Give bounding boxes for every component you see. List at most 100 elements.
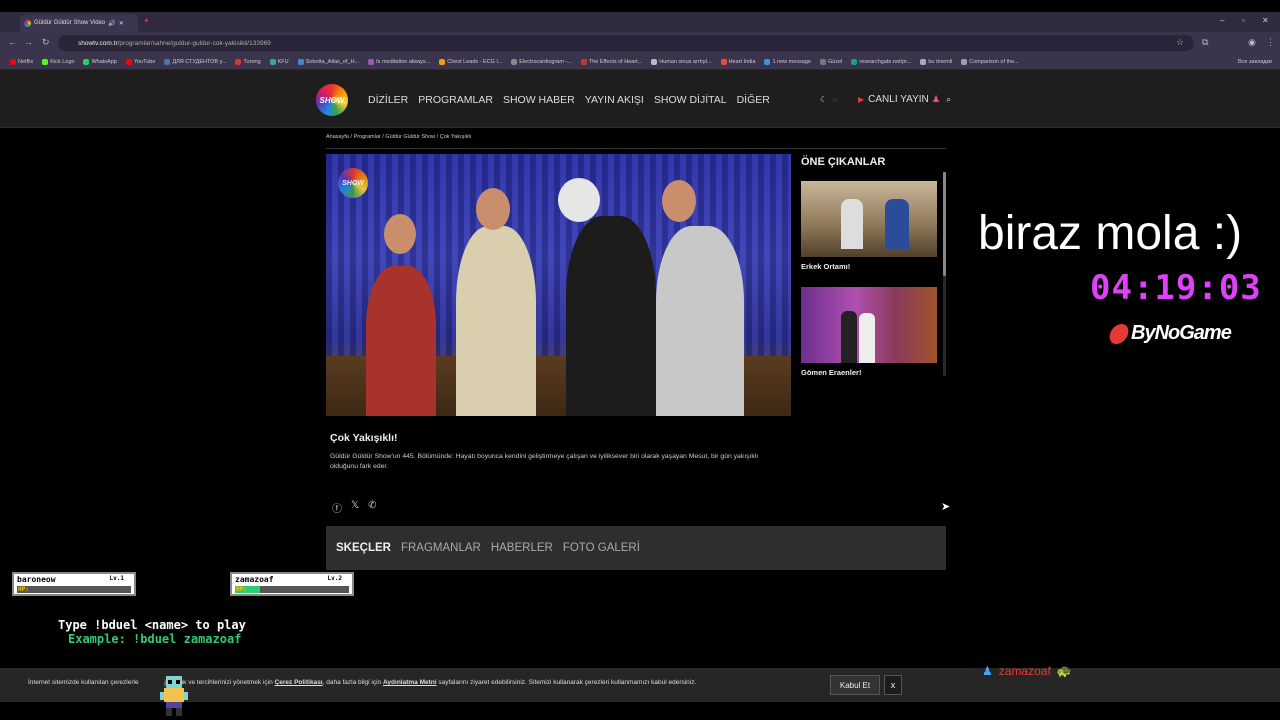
minimize-icon[interactable]: – — [1220, 16, 1224, 25]
moon-icon[interactable]: ☾ — [820, 95, 827, 104]
nav-item[interactable]: SHOW HABER — [503, 94, 575, 106]
search-icon[interactable]: ⌕ — [946, 94, 951, 105]
bookmark-star-icon[interactable]: ☆ — [1176, 37, 1184, 48]
bookmark-item[interactable]: Kick Logo — [42, 58, 74, 65]
chat-emote-icon: 🐢 — [1056, 664, 1072, 678]
facebook-icon[interactable]: ⓕ — [332, 500, 342, 515]
bookmark-label: researchgate.net/pr... — [859, 58, 912, 65]
featured-thumbnail[interactable] — [801, 181, 937, 257]
content-tab[interactable]: FRAGMANLAR — [401, 542, 481, 554]
bookmark-item[interactable]: bu önemli — [920, 58, 953, 65]
bookmark-item[interactable]: Is meditation always... — [368, 58, 431, 65]
bookmark-item[interactable]: Electrocardiogram -... — [511, 58, 572, 65]
x-icon[interactable]: 𝕏 — [351, 500, 359, 515]
bookmark-favicon-icon — [961, 58, 968, 65]
bookmark-label: KFU — [277, 58, 289, 65]
content-tab[interactable]: HABERLER — [491, 542, 553, 554]
site-header: SHOW DİZİLER PROGRAMLAR SHOW HABER YAYIN AK… — [0, 70, 1280, 128]
cookie-policy-link[interactable]: Çerez Politikası — [275, 679, 323, 686]
nav-item[interactable]: SHOW DİJİTAL — [654, 94, 727, 106]
browser-tab[interactable]: Güldür Güldür Show Video 🔊 ✕ — [20, 14, 138, 32]
mouse-cursor-icon: ➤ — [941, 501, 951, 513]
all-bookmarks[interactable]: Все закладки — [1238, 59, 1272, 65]
sidebar-scrollbar-thumb[interactable] — [943, 172, 946, 276]
show-tv-logo[interactable]: SHOW — [316, 84, 348, 116]
whatsapp-icon[interactable]: ✆ — [368, 500, 376, 515]
bookmark-item[interactable]: WhatsApp — [83, 58, 117, 65]
hp-label: HP: — [236, 586, 247, 593]
bookmark-item[interactable]: 1 new message — [764, 58, 811, 65]
bynogame-logo: ByNoGame — [1107, 322, 1232, 345]
address-bar[interactable]: showtv.com.tr/programlar/sahne/guldur-gu… — [58, 35, 1194, 51]
cookie-text: İnternet sitemizde kullanılan çerezlerle… — [28, 679, 696, 686]
profile-icon[interactable]: ◉ — [1248, 37, 1256, 48]
bookmark-label: Heart India — [728, 58, 756, 65]
bookmark-label: WhatsApp — [91, 58, 117, 65]
bookmark-item[interactable]: Human sinus arrhyt... — [651, 58, 712, 65]
bookmark-item[interactable]: Güzel — [820, 58, 842, 65]
bookmark-item[interactable]: Chest Leads - ECG l... — [439, 58, 502, 65]
site-favicon-icon — [24, 19, 31, 27]
bookmark-item[interactable]: Netflix — [10, 58, 34, 65]
accept-cookies-button[interactable]: Kabul Et — [830, 675, 880, 695]
bookmark-item[interactable]: KFU — [269, 58, 289, 65]
bookmark-favicon-icon — [10, 58, 16, 65]
nav-item[interactable]: DİĞER — [737, 94, 770, 106]
privacy-notice-link[interactable]: Aydınlatma Metni — [383, 679, 437, 686]
back-icon[interactable]: ← — [8, 37, 17, 47]
bookmark-item[interactable]: researchgate.net/pr... — [851, 58, 912, 65]
hp-bar — [235, 586, 349, 593]
bookmark-item[interactable]: Heart India — [720, 58, 756, 65]
featured-title: ÖNE ÇIKANLAR — [801, 156, 886, 168]
sun-icon[interactable]: ☼ — [831, 95, 838, 104]
bookmark-item[interactable]: ДЛЯ СТУДЕНТОВ у... — [164, 58, 226, 65]
tab-close-icon[interactable]: ✕ — [119, 20, 124, 27]
breadcrumb[interactable]: Anasayfa / Programlar / Güldür Güldür Sh… — [326, 134, 471, 140]
bookmark-favicon-icon — [125, 58, 132, 65]
featured-thumbnail[interactable] — [801, 287, 937, 363]
bookmark-favicon-icon — [511, 58, 518, 65]
bookmark-label: bu önemli — [928, 58, 953, 65]
close-window-icon[interactable]: ✕ — [1262, 16, 1269, 25]
reload-icon[interactable]: ↻ — [42, 37, 50, 48]
content-tab[interactable]: FOTO GALERİ — [563, 542, 640, 554]
bookmark-item[interactable]: Sobotta_Atlas_of_H... — [297, 58, 359, 65]
account-icon[interactable]: ♟ — [932, 94, 940, 105]
restore-icon[interactable]: ▫ — [1242, 16, 1245, 25]
bookmark-item[interactable]: The Effects of Heart... — [580, 58, 642, 65]
extensions-icon[interactable]: ⧉ — [1202, 37, 1208, 48]
chat-avatar-icon: ♟ — [982, 664, 993, 678]
break-text: biraz mola :) — [978, 207, 1243, 260]
bookmark-item[interactable]: YouTube — [125, 58, 155, 65]
bookmark-favicon-icon — [42, 58, 49, 65]
bookmark-item[interactable]: Comparison of the... — [961, 58, 1019, 65]
menu-icon[interactable]: ⋮ — [1266, 37, 1275, 48]
chat-username: zamazoaf — [998, 664, 1051, 678]
bookmark-label: Netflix — [18, 58, 34, 65]
featured-caption[interactable]: Erkek Ortamı! — [801, 262, 850, 271]
close-cookie-button[interactable]: x — [884, 675, 902, 695]
pixel-character-icon — [160, 676, 188, 716]
nav-item[interactable]: YAYIN AKIŞI — [585, 94, 644, 106]
bookmark-label: Human sinus arrhyt... — [659, 58, 712, 65]
featured-caption[interactable]: Gömen Eraenler! — [801, 368, 861, 377]
content-tab[interactable]: SKEÇLER — [336, 542, 391, 554]
cookie-text-part: , daha fazla bilgi için — [322, 679, 383, 686]
bookmark-item[interactable]: Tureng — [235, 58, 261, 65]
chat-user: ♟ zamazoaf 🐢 — [982, 664, 1072, 678]
new-tab-icon[interactable]: + — [144, 16, 149, 25]
bookmark-favicon-icon — [439, 58, 446, 65]
browser-toolbar: ← → ↻ showtv.com.tr/programlar/sahne/gul… — [0, 32, 1280, 54]
actor-figure — [456, 226, 536, 416]
tab-title: Güldür Güldür Show Video — [34, 20, 106, 26]
live-stream-link[interactable]: ▶ CANLI YAYIN — [858, 94, 929, 105]
nav-item[interactable]: DİZİLER — [368, 94, 408, 106]
bookmark-label: Comparison of the... — [969, 58, 1019, 65]
video-player[interactable]: SHOW — [326, 154, 791, 416]
tab-audio-icon[interactable]: 🔊 — [108, 20, 115, 27]
forward-icon[interactable]: → — [24, 37, 33, 47]
cookie-text-part: sayfalarını ziyaret edebilirsiniz. Sitem… — [436, 679, 697, 686]
bookmark-label: Is meditation always... — [376, 58, 431, 65]
theme-toggle[interactable]: ☾ ☼ — [820, 95, 839, 104]
nav-item[interactable]: PROGRAMLAR — [418, 94, 493, 106]
